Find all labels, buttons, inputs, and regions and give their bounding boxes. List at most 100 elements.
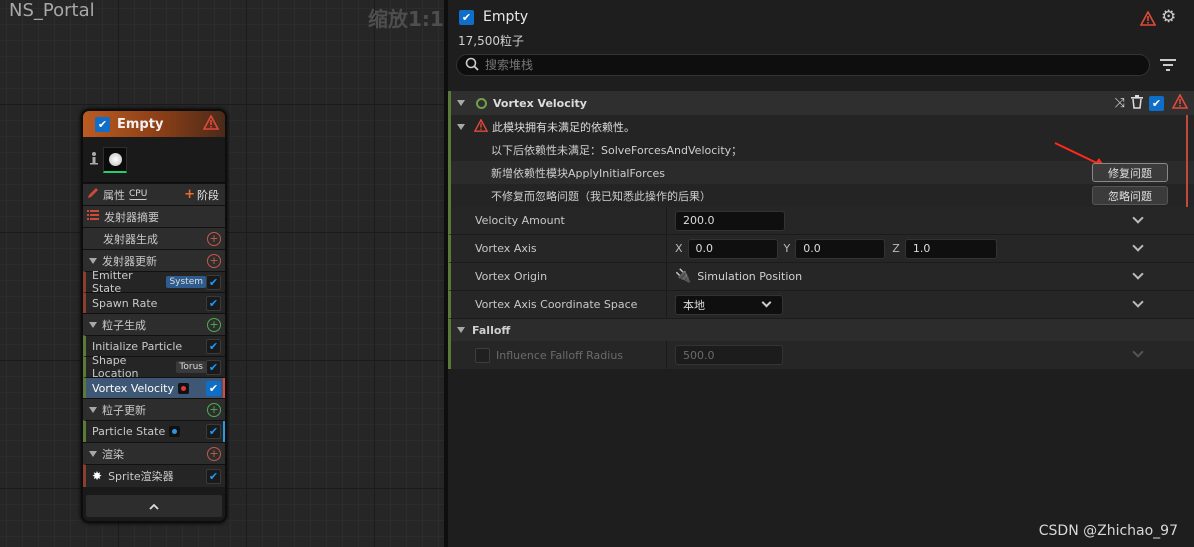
emitter-enabled-checkbox[interactable]: ✔ xyxy=(95,116,110,132)
sim-target-badge: CPU xyxy=(129,189,148,200)
node-preview xyxy=(83,137,225,183)
delete-icon[interactable] xyxy=(1131,94,1143,112)
module-particle-state[interactable]: Particle State ✔ xyxy=(83,420,225,442)
collapse-icon[interactable] xyxy=(457,123,465,130)
module-label: Particle State xyxy=(92,425,166,438)
axis-y-input[interactable]: 0.0 xyxy=(795,238,886,259)
collapse-node-button[interactable] xyxy=(86,495,222,517)
module-details: Vortex Velocity ⤨ ✔ 此模块拥有未满足的依赖性。 以下后依赖性… xyxy=(448,91,1194,369)
coord-space-row: Vortex Axis Coordinate Space 本地 xyxy=(448,291,1194,319)
filter-icon[interactable] xyxy=(1160,59,1176,75)
emitter-node-title: Empty xyxy=(117,116,164,132)
gear-icon[interactable]: ⚙ xyxy=(1161,9,1176,26)
render-label: 渲染 xyxy=(102,447,124,461)
collapse-icon[interactable] xyxy=(89,257,97,264)
emitter-spawn-label: 发射器生成 xyxy=(103,232,158,246)
coord-space-dropdown[interactable]: 本地 xyxy=(675,294,783,315)
module-enabled-checkbox[interactable]: ✔ xyxy=(1149,95,1164,111)
module-status-icon xyxy=(476,97,487,109)
module-enabled-checkbox[interactable]: ✔ xyxy=(206,295,221,311)
vortex-origin-row: Vortex Origin 🔌 Simulation Position xyxy=(448,263,1194,291)
module-header[interactable]: Vortex Velocity ⤨ ✔ xyxy=(448,91,1194,115)
search-bar[interactable] xyxy=(456,54,1150,76)
zoom-label: 缩放1:1 xyxy=(368,7,444,31)
module-shape-location[interactable]: Shape Location Torus ✔ xyxy=(83,354,225,380)
add-module-icon[interactable]: + xyxy=(207,253,221,268)
collapse-icon[interactable] xyxy=(89,321,97,328)
ignore-row: 不修复而忽略问题（我已知悉此操作的后果） 忽略问题 xyxy=(448,184,1194,207)
module-enabled-checkbox[interactable]: ✔ xyxy=(206,338,221,354)
emitter-node[interactable]: ✔ Empty 属性 CPU + 阶段 发射器摘要 发射器生成 + 发射器更新 … xyxy=(81,109,227,523)
plus-icon: + xyxy=(184,187,195,202)
collapse-icon[interactable] xyxy=(89,450,97,457)
axis-x-input[interactable]: 0.0 xyxy=(687,238,778,259)
falloff-radius-input[interactable]: 500.0 xyxy=(675,345,783,365)
property-label-row: Influence Falloff Radius xyxy=(451,341,667,369)
module-vortex-velocity[interactable]: Vortex Velocity ✔ xyxy=(83,377,225,398)
sparkle-icon: ✸ xyxy=(92,469,103,483)
module-enabled-checkbox[interactable]: ✔ xyxy=(206,424,221,439)
sprite-thumbnail[interactable] xyxy=(103,146,127,173)
watermark: CSDN @Zhichao_97 xyxy=(1038,523,1178,539)
axis-z-input[interactable]: 1.0 xyxy=(904,238,997,259)
fix-row: 新增依赖性模块ApplyInitialForces 修复问题 xyxy=(448,142,1194,184)
module-emitter-state[interactable]: Emitter State System ✔ xyxy=(83,269,225,295)
velocity-amount-input[interactable]: 200.0 xyxy=(675,210,785,231)
add-module-icon[interactable]: + xyxy=(207,446,221,461)
emitter-enabled-checkbox[interactable]: ✔ xyxy=(459,10,474,25)
error-icon xyxy=(473,117,489,135)
panel-header: ✔ Empty ⚙ 17,500粒子 xyxy=(448,0,1194,86)
module-sprite-renderer[interactable]: ✸ Sprite渲染器 ✔ xyxy=(83,464,225,487)
dependency-text: 以下后依赖性未满足：SolveForcesAndVelocity； xyxy=(491,143,743,157)
emitter-spawn-row[interactable]: 发射器生成 + xyxy=(83,227,225,249)
link-plug-icon[interactable]: 🔌 xyxy=(675,269,691,284)
graph-editor[interactable]: NS_Portal 缩放1:1 ✔ Empty 属性 CPU + 阶段 发射器摘… xyxy=(0,0,444,547)
add-module-icon[interactable]: + xyxy=(207,317,221,332)
particle-count: 17,500粒子 xyxy=(458,34,524,48)
error-dot-icon xyxy=(177,382,189,394)
vortex-axis-row: Vortex Axis X 0.0 Y 0.0 Z 1.0 xyxy=(448,235,1194,263)
falloff-radius-checkbox[interactable] xyxy=(475,347,490,363)
module-enabled-checkbox[interactable]: ✔ xyxy=(206,380,221,396)
collapse-icon[interactable] xyxy=(457,327,465,333)
emitter-name: Empty xyxy=(483,9,529,25)
axis-x-label: X xyxy=(675,242,683,255)
module-title: Vortex Velocity xyxy=(493,96,587,110)
falloff-radius-row: Influence Falloff Radius 500.0 xyxy=(448,341,1194,369)
emitter-update-row[interactable]: 发射器更新 + xyxy=(83,249,225,271)
properties-row[interactable]: 属性 CPU + 阶段 xyxy=(83,183,225,205)
collapse-icon[interactable] xyxy=(89,406,97,413)
warning-icon[interactable] xyxy=(1139,10,1157,29)
falloff-category[interactable]: Falloff xyxy=(448,319,1194,341)
module-label: Initialize Particle xyxy=(92,339,183,353)
add-module-icon[interactable]: + xyxy=(207,231,221,246)
module-enabled-checkbox[interactable]: ✔ xyxy=(206,468,221,484)
module-initialize-particle[interactable]: Initialize Particle ✔ xyxy=(83,335,225,356)
emitter-node-header[interactable]: ✔ Empty xyxy=(83,111,225,137)
add-stage-button[interactable]: + 阶段 xyxy=(184,187,219,203)
property-label: Vortex Axis xyxy=(451,235,667,262)
fix-issue-button[interactable]: 修复问题 xyxy=(1092,163,1168,182)
list-icon xyxy=(87,210,99,223)
search-input[interactable] xyxy=(485,58,1085,72)
error-header-row[interactable]: 此模块拥有未满足的依赖性。 xyxy=(448,115,1194,138)
render-row[interactable]: 渲染 + xyxy=(83,442,225,464)
coord-space-value: 本地 xyxy=(683,298,705,312)
add-stage-label: 阶段 xyxy=(197,188,219,202)
ignore-text: 不修复而忽略问题（我已知悉此操作的后果） xyxy=(491,189,711,203)
shuffle-icon[interactable]: ⤨ xyxy=(1115,96,1125,111)
fix-text: 新增依赖性模块ApplyInitialForces xyxy=(491,166,665,180)
collapse-icon[interactable] xyxy=(457,100,465,106)
emitter-summary-label: 发射器摘要 xyxy=(104,210,159,224)
ignore-issue-button[interactable]: 忽略问题 xyxy=(1092,186,1168,205)
module-spawn-rate[interactable]: Spawn Rate ✔ xyxy=(83,292,225,313)
module-enabled-checkbox[interactable]: ✔ xyxy=(206,359,221,375)
module-enabled-checkbox[interactable]: ✔ xyxy=(206,274,221,290)
particle-update-row[interactable]: 粒子更新 + xyxy=(83,398,225,420)
axis-y-label: Y xyxy=(783,242,791,255)
particle-spawn-row[interactable]: 粒子生成 + xyxy=(83,313,225,335)
vortex-origin-value: Simulation Position xyxy=(697,270,803,283)
emitter-summary-row[interactable]: 发射器摘要 xyxy=(83,205,225,227)
particle-update-label: 粒子更新 xyxy=(102,403,146,417)
add-module-icon[interactable]: + xyxy=(207,402,221,417)
